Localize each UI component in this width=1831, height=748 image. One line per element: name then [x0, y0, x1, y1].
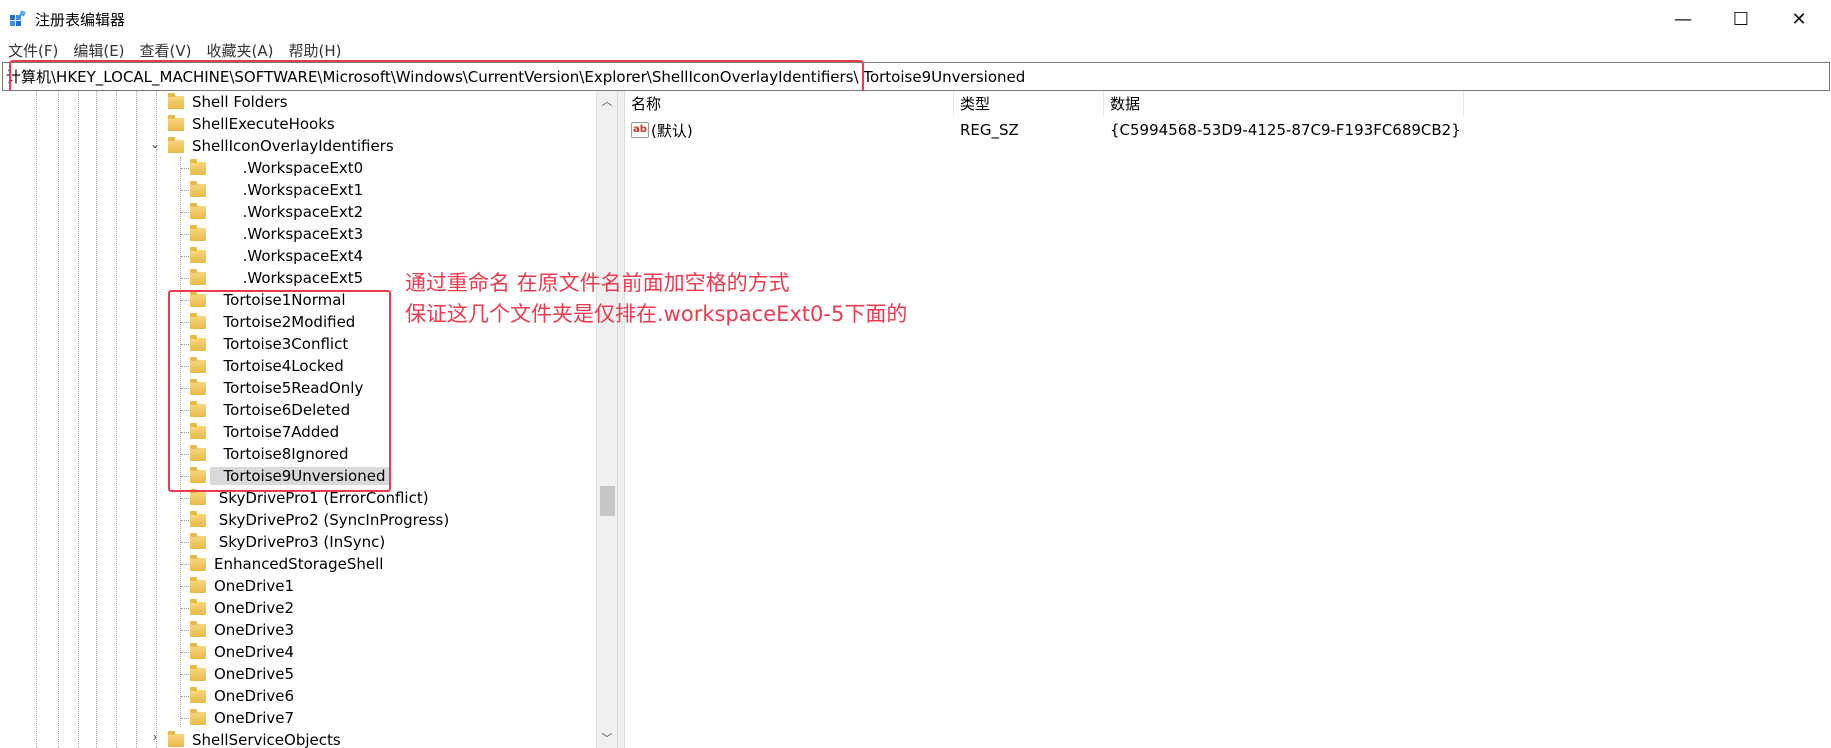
folder-icon	[190, 664, 206, 681]
tree-item[interactable]: OneDrive7	[190, 707, 294, 729]
annotation-line-1: 通过重命名 在原文件名前面加空格的方式	[405, 271, 790, 295]
tree-item[interactable]: OneDrive4	[190, 641, 294, 663]
folder-icon	[190, 620, 206, 637]
folder-icon	[190, 708, 206, 725]
minimize-button[interactable]: —	[1654, 0, 1712, 38]
tree-guide-line	[58, 91, 59, 748]
tree-item[interactable]: ShellServiceObjects	[168, 729, 341, 748]
folder-icon	[190, 246, 206, 263]
menu-help[interactable]: 帮助(H)	[288, 40, 341, 61]
menu-favorites[interactable]: 收藏夹(A)	[207, 40, 274, 61]
column-header-type[interactable]: 类型	[954, 91, 1104, 116]
folder-icon	[168, 730, 184, 747]
folder-icon	[190, 532, 206, 549]
tree-item[interactable]: OneDrive1	[190, 575, 294, 597]
menu-bar: 文件(F) 编辑(E) 查看(V) 收藏夹(A) 帮助(H)	[0, 38, 1831, 62]
folder-icon	[168, 136, 184, 153]
tree-item[interactable]: .WorkspaceExt2	[190, 201, 363, 223]
tree-scrollbar[interactable]: ︿ ﹀	[596, 91, 617, 748]
folder-icon	[190, 510, 206, 527]
tree-item[interactable]: SkyDrivePro3 (InSync)	[190, 531, 385, 553]
folder-icon	[190, 202, 206, 219]
scroll-down-icon[interactable]: ﹀	[597, 728, 617, 748]
tree-item[interactable]: OneDrive5	[190, 663, 294, 685]
value-type: REG_SZ	[960, 121, 1019, 139]
folder-icon	[190, 180, 206, 197]
pane-splitter[interactable]	[617, 91, 625, 748]
folder-icon	[168, 114, 184, 131]
expand-chevron-icon[interactable]: ›	[149, 730, 161, 744]
maximize-button[interactable]: ☐	[1712, 0, 1770, 38]
tree-item[interactable]: .WorkspaceExt5	[190, 267, 363, 289]
column-header-name[interactable]: 名称	[625, 91, 954, 116]
tree-item[interactable]: .WorkspaceExt1	[190, 179, 363, 201]
list-header: 名称 类型 数据	[625, 91, 1831, 116]
tree-item[interactable]: ShellExecuteHooks	[168, 113, 335, 135]
value-data: {C5994568-53D9-4125-87C9-F193FC689CB2}	[1110, 121, 1461, 139]
tree-guide-line	[156, 91, 157, 748]
tree-item[interactable]: .WorkspaceExt3	[190, 223, 363, 245]
folder-icon	[190, 598, 206, 615]
scroll-thumb[interactable]	[600, 486, 615, 516]
folder-icon	[190, 642, 206, 659]
folder-icon	[190, 686, 206, 703]
annotation-line-2: 保证这几个文件夹是仅排在.workspaceExt0-5下面的	[405, 302, 908, 326]
tree-item[interactable]: OneDrive6	[190, 685, 294, 707]
folder-icon	[190, 224, 206, 241]
folder-icon	[190, 554, 206, 571]
string-value-icon: ab	[631, 122, 649, 138]
regedit-app-icon	[10, 10, 26, 26]
folder-icon	[168, 92, 184, 109]
values-list[interactable]: 名称 类型 数据 ab (默认) REG_SZ {C5994568-53D9-4…	[625, 91, 1831, 748]
menu-view[interactable]: 查看(V)	[140, 40, 192, 61]
column-header-data[interactable]: 数据	[1104, 91, 1464, 116]
folder-icon	[190, 576, 206, 593]
collapse-chevron-icon[interactable]: ⌄	[149, 137, 161, 151]
tree-item[interactable]: OneDrive2	[190, 597, 294, 619]
tree-item[interactable]: ShellIconOverlayIdentifiers	[168, 135, 394, 157]
address-highlight-box	[9, 60, 864, 93]
list-row[interactable]: ab (默认) REG_SZ {C5994568-53D9-4125-87C9-…	[625, 118, 1464, 142]
window-title: 注册表编辑器	[35, 11, 126, 29]
tree-item[interactable]: .WorkspaceExt0	[190, 157, 363, 179]
tree-item[interactable]: OneDrive3	[190, 619, 294, 641]
tree-item[interactable]: EnhancedStorageShell	[190, 553, 383, 575]
tree-guide-line	[136, 91, 137, 748]
annotation-note: 通过重命名 在原文件名前面加空格的方式 保证这几个文件夹是仅排在.workspa…	[405, 268, 907, 330]
menu-file[interactable]: 文件(F)	[8, 40, 58, 61]
value-name: (默认)	[651, 121, 693, 140]
tree-item[interactable]: Shell Folders	[168, 91, 288, 113]
tree-guide-line	[116, 91, 117, 748]
tree-item[interactable]: SkyDrivePro2 (SyncInProgress)	[190, 509, 449, 531]
tortoise-highlight-box	[168, 290, 391, 492]
tree-guide-line	[78, 91, 79, 748]
folder-icon	[190, 158, 206, 175]
menu-edit[interactable]: 编辑(E)	[73, 40, 124, 61]
close-button[interactable]: ✕	[1770, 0, 1828, 38]
folder-icon	[190, 488, 206, 505]
folder-icon	[190, 268, 206, 285]
tree-item[interactable]: .WorkspaceExt4	[190, 245, 363, 267]
tree-guide-line	[96, 91, 97, 748]
scroll-up-icon[interactable]: ︿	[597, 91, 617, 111]
tree-guide-line	[36, 91, 37, 748]
title-bar: 注册表编辑器 — ☐ ✕	[0, 0, 1831, 38]
